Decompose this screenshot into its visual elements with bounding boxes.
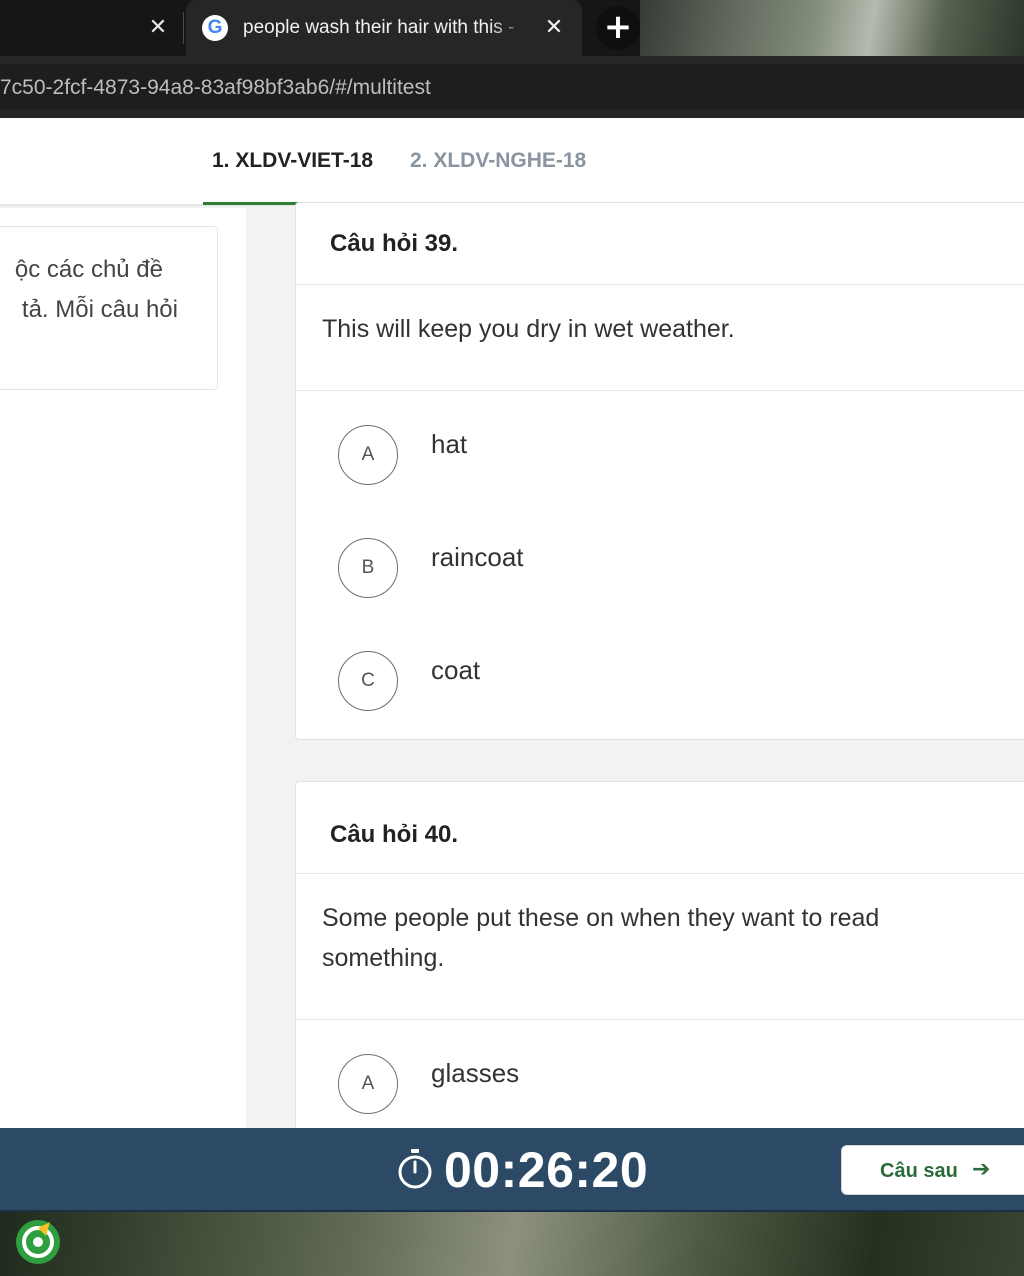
tab-close-icon[interactable]: ✕ [542,16,566,40]
instructions-line: ộc các chủ đề [14,256,163,283]
tab-title: people wash their hair with this - [243,16,529,40]
next-button-label: Câu sau [880,1160,958,1182]
browser-tabstrip: ✕ G people wash their hair with this - ✕… [0,0,1024,56]
instructions-sidebar: ộc các chủ đề tả. Mỗi câu hỏi [0,208,246,1128]
previous-tab-close-icon[interactable]: ✕ [146,16,170,40]
answer-option-c[interactable]: C coat [296,641,1024,721]
tab-xldv-viet-18[interactable]: 1. XLDV-VIET-18 [212,146,373,176]
desktop-background [640,0,1024,56]
question-prompt: Some people put these on when they want … [296,874,1024,1020]
option-text[interactable]: coat [431,653,480,687]
desktop-taskbar [0,1212,1024,1276]
instructions-line: tả. Mỗi câu hỏi [21,296,178,323]
question-card-40: Câu hỏi 40. Some people put these on whe… [295,781,1024,1128]
new-tab-button[interactable]: + [596,6,640,50]
option-text[interactable]: raincoat [431,540,524,574]
timer-bar: 00:26:20 Câu sau ➔ [0,1128,1024,1212]
stopwatch-icon [398,1149,432,1189]
coc-coc-app-icon[interactable] [14,1218,62,1266]
answer-option-b[interactable]: B raincoat [296,528,1024,608]
option-letter-a[interactable]: A [338,1054,398,1114]
question-prompt: This will keep you dry in wet weather. [296,285,1024,391]
option-text[interactable]: glasses [431,1056,519,1090]
next-question-button[interactable]: Câu sau ➔ [841,1145,1024,1195]
option-letter-b[interactable]: B [338,538,398,598]
question-header: Câu hỏi 39. [296,203,1024,285]
section-tabs: 1. XLDV-VIET-18 2. XLDV-NGHE-18 [0,118,1024,206]
google-favicon-icon: G [202,15,228,41]
question-title: Câu hỏi 39. [330,230,459,257]
arrow-right-icon: ➔ [972,1157,991,1182]
favicon-letter: G [207,17,223,38]
option-letter-a[interactable]: A [338,425,398,485]
question-card-39: Câu hỏi 39. This will keep you dry in we… [295,202,1024,740]
question-title: Câu hỏi 40. [330,821,459,848]
instructions-card: ộc các chủ đề tả. Mỗi câu hỏi [0,226,218,390]
tab-xldv-nghe-18[interactable]: 2. XLDV-NGHE-18 [410,146,586,176]
tab-separator [183,12,184,44]
url-field[interactable]: 7c50-2fcf-4873-94a8-83af98bf3ab6/#/multi… [0,64,1024,110]
browser-tab-active[interactable]: G people wash their hair with this - ✕ [186,0,582,56]
option-text[interactable]: hat [431,427,467,461]
url-text: 7c50-2fcf-4873-94a8-83af98bf3ab6/#/multi… [0,76,431,99]
answer-option-a[interactable]: A glasses [296,1044,1024,1124]
address-bar: 7c50-2fcf-4873-94a8-83af98bf3ab6/#/multi… [0,56,1024,118]
question-prompt-text: This will keep you dry in wet weather. [322,315,735,343]
question-prompt-text: Some people put these on when they want … [322,904,880,972]
option-letter-c[interactable]: C [338,651,398,711]
question-header: Câu hỏi 40. [296,782,1024,874]
answer-option-a[interactable]: A hat [296,415,1024,495]
countdown-timer: 00:26:20 [444,1142,649,1198]
page-content: 1. XLDV-VIET-18 2. XLDV-NGHE-18 ộc các c… [0,118,1024,1128]
